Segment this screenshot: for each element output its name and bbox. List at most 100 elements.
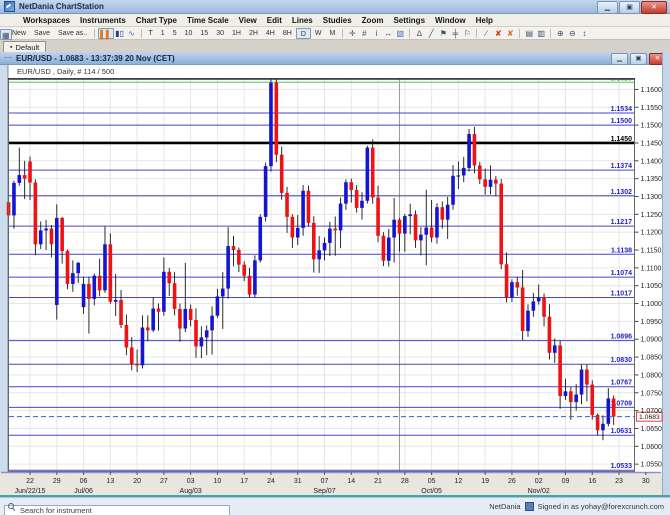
svg-text:1.0683: 1.0683: [639, 414, 660, 421]
status-bar: NetDania Signed in as yohay@forexcrunch.…: [0, 497, 670, 515]
svg-text:1.0750: 1.0750: [641, 390, 663, 397]
chart-window-controls: ▁▣✕: [611, 53, 666, 65]
svg-text:Jun/22/15: Jun/22/15: [15, 488, 46, 495]
svg-text:16: 16: [588, 478, 596, 485]
chart-window-title: EUR/USD - 1.0683 - 13:37:39 20 Nov (CET): [16, 54, 175, 63]
svg-text:24: 24: [267, 478, 275, 485]
svg-text:02: 02: [535, 478, 543, 485]
svg-text:14: 14: [347, 478, 355, 485]
svg-text:20: 20: [133, 478, 141, 485]
svg-text:1.1100: 1.1100: [641, 265, 662, 272]
chart-subheader: EUR/USD , Daily, # 114 / 500: [8, 65, 662, 78]
panel-layout-icon[interactable]: ▦: [0, 29, 12, 40]
instrument-search: [4, 500, 230, 512]
menu-item-edit[interactable]: Edit: [262, 16, 287, 25]
svg-text:27: 27: [160, 478, 168, 485]
svg-text:1.1217: 1.1217: [611, 219, 633, 226]
svg-text:1.1400: 1.1400: [641, 158, 663, 165]
svg-text:1.1200: 1.1200: [641, 230, 663, 237]
maximize-button[interactable]: ▣: [619, 1, 640, 14]
svg-text:1.0896: 1.0896: [611, 334, 633, 341]
svg-text:26: 26: [508, 478, 516, 485]
svg-text:1.1500: 1.1500: [641, 123, 663, 130]
svg-text:1.0650: 1.0650: [641, 426, 663, 433]
svg-text:1.0800: 1.0800: [641, 372, 663, 379]
svg-text:1.1534: 1.1534: [611, 106, 633, 113]
svg-text:Nov/02: Nov/02: [528, 488, 550, 495]
svg-text:1.1374: 1.1374: [611, 163, 633, 170]
menu-item-zoom[interactable]: Zoom: [357, 16, 389, 25]
chart-window-icon: ⋯: [4, 53, 12, 63]
svg-text:1.1074: 1.1074: [611, 270, 633, 277]
svg-text:Sep/07: Sep/07: [313, 488, 335, 495]
search-input[interactable]: [4, 505, 230, 515]
price-chart[interactable]: 1.16201.15341.15001.14501.13741.13021.12…: [0, 78, 670, 497]
svg-text:12: 12: [454, 478, 462, 485]
svg-text:05: 05: [428, 478, 436, 485]
svg-text:1.0631: 1.0631: [611, 428, 633, 435]
svg-text:13: 13: [106, 478, 114, 485]
svg-text:1.0600: 1.0600: [641, 444, 663, 451]
svg-text:19: 19: [481, 478, 489, 485]
signed-in-label: Signed in as yohay@forexcrunch.com: [538, 502, 664, 511]
svg-text:06: 06: [80, 478, 88, 485]
svg-text:Jul/06: Jul/06: [74, 488, 93, 495]
brand-label: NetDania: [489, 502, 520, 511]
svg-text:1.0850: 1.0850: [641, 355, 663, 362]
svg-text:1.1500: 1.1500: [611, 118, 633, 125]
menu-item-settings[interactable]: Settings: [388, 16, 430, 25]
svg-text:1.0533: 1.0533: [611, 463, 633, 470]
menu-item-studies[interactable]: Studies: [318, 16, 357, 25]
svg-text:1.1550: 1.1550: [641, 105, 663, 112]
minimize-button[interactable]: ▁: [597, 1, 618, 14]
svg-text:1.1300: 1.1300: [641, 194, 663, 201]
svg-text:22: 22: [26, 478, 34, 485]
svg-text:1.1350: 1.1350: [641, 176, 663, 183]
svg-text:1.1150: 1.1150: [641, 248, 662, 255]
svg-text:29: 29: [53, 478, 61, 485]
menu-item-chart-type[interactable]: Chart Type: [131, 16, 182, 25]
svg-text:09: 09: [562, 478, 570, 485]
svg-text:1.1450: 1.1450: [641, 140, 663, 147]
title-bar: NetDania ChartStation ▁▣✕: [0, 0, 670, 14]
menu-item-time-scale[interactable]: Time Scale: [182, 16, 234, 25]
svg-text:1.1250: 1.1250: [641, 212, 663, 219]
svg-text:1.1450: 1.1450: [611, 136, 633, 143]
menu-item-lines[interactable]: Lines: [287, 16, 318, 25]
svg-text:1.0950: 1.0950: [641, 319, 663, 326]
svg-text:1.1050: 1.1050: [641, 283, 663, 290]
svg-text:1.0900: 1.0900: [641, 337, 663, 344]
svg-text:07: 07: [321, 478, 329, 485]
window-controls: ▁▣✕: [597, 1, 667, 14]
svg-text:17: 17: [240, 478, 248, 485]
svg-text:1.1000: 1.1000: [641, 301, 663, 308]
menu-bar: WorkspacesInstrumentsChart TypeTime Scal…: [0, 14, 670, 27]
menu-item-workspaces[interactable]: Workspaces: [18, 16, 75, 25]
close-button[interactable]: ✕: [641, 1, 667, 14]
chart-restore-button[interactable]: ▣: [630, 53, 647, 65]
svg-text:1.1302: 1.1302: [611, 189, 633, 196]
svg-text:1.1600: 1.1600: [641, 87, 663, 94]
svg-text:1.0830: 1.0830: [611, 357, 633, 364]
chart-subtitle: EUR/USD , Daily, # 114 / 500: [17, 67, 114, 76]
menu-item-instruments[interactable]: Instruments: [75, 16, 131, 25]
application-window: NetDania ChartStation ▁▣✕ WorkspacesInst…: [0, 0, 670, 515]
svg-text:03: 03: [187, 478, 195, 485]
svg-text:1.0700: 1.0700: [641, 408, 663, 415]
svg-text:1.0767: 1.0767: [611, 380, 633, 387]
chart-window-title-bar[interactable]: ⋯ EUR/USD - 1.0683 - 13:37:39 20 Nov (CE…: [0, 52, 670, 65]
svg-text:1.0550: 1.0550: [641, 462, 663, 469]
menu-item-view[interactable]: View: [234, 16, 262, 25]
svg-text:Aug/03: Aug/03: [180, 488, 202, 495]
price-axis[interactable]: 1.0550 1.0600 1.0650 1.0700 1.0750 1.0800 1.08…: [635, 87, 662, 469]
chart-minimize-button[interactable]: ▁: [611, 53, 628, 65]
app-icon: [4, 1, 15, 12]
menu-item-help[interactable]: Help: [471, 16, 498, 25]
svg-text:28: 28: [401, 478, 409, 485]
status-right: NetDania Signed in as yohay@forexcrunch.…: [489, 498, 664, 515]
tab-icon: ▪: [10, 44, 12, 51]
svg-text:10: 10: [214, 478, 222, 485]
svg-text:Oct/05: Oct/05: [421, 488, 442, 495]
svg-text:31: 31: [294, 478, 302, 485]
menu-item-window[interactable]: Window: [430, 16, 471, 25]
